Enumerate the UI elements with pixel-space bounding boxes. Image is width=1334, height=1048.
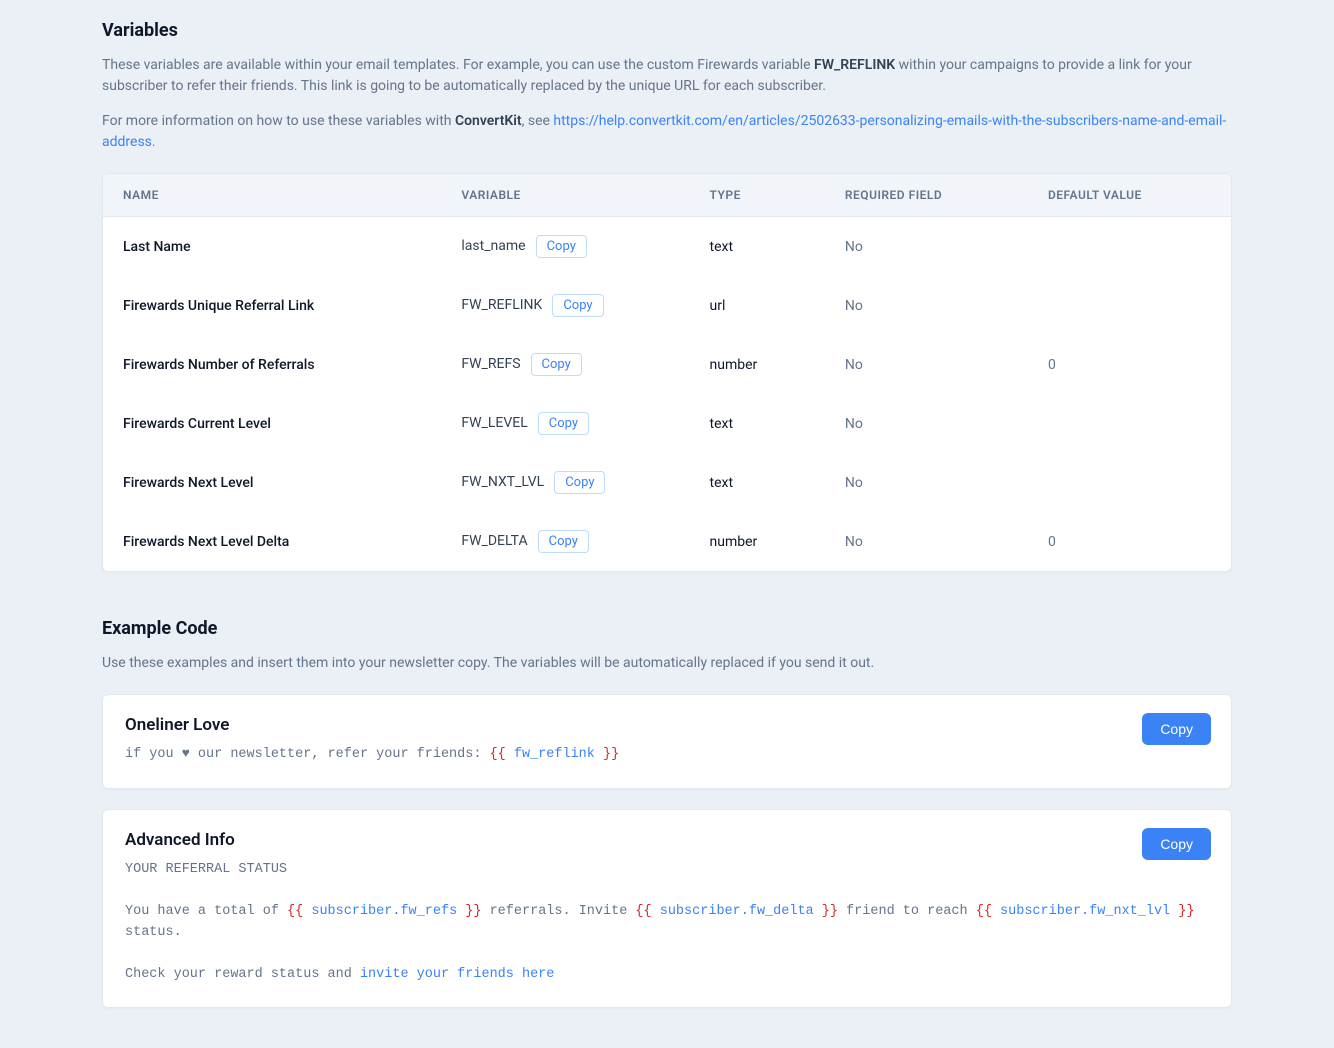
cell-type: number (690, 512, 825, 571)
variables-intro: These variables are available within you… (102, 55, 1232, 97)
example-intro: Use these examples and insert them into … (102, 653, 1232, 674)
code-red: }} (595, 747, 619, 762)
variables-intro-prefix: These variables are available within you… (102, 57, 814, 73)
example-heading: Example Code (102, 618, 1232, 639)
variables-table-card: NAME VARIABLE TYPE REQUIRED FIELD DEFAUL… (102, 173, 1232, 572)
code-text: YOUR REFERRAL STATUS You have a total of (125, 862, 287, 919)
code-red: }} (1170, 904, 1194, 919)
cell-required: No (825, 217, 1028, 277)
code-red: {{ (490, 747, 514, 762)
code-red: }} (457, 904, 481, 919)
code-blue: fw_reflink (514, 747, 595, 762)
copy-variable-button[interactable]: Copy (554, 471, 605, 494)
cell-default (1028, 394, 1231, 453)
code-blue: invite your friends here (360, 967, 554, 982)
code-red: {{ (635, 904, 659, 919)
code-blue: subscriber.fw_delta (660, 904, 814, 919)
example-title: Advanced Info (125, 830, 1209, 850)
variables-table: NAME VARIABLE TYPE REQUIRED FIELD DEFAUL… (103, 174, 1231, 571)
cell-variable: FW_REFS Copy (441, 335, 689, 394)
cell-name: Firewards Number of Referrals (103, 335, 441, 394)
copy-variable-button[interactable]: Copy (538, 530, 589, 553)
variable-code: last_name (461, 238, 525, 254)
table-row: Firewards Next Level Delta FW_DELTA Copy nu… (103, 512, 1231, 571)
cell-default: 0 (1028, 512, 1231, 571)
cell-variable: last_name Copy (441, 217, 689, 277)
cell-variable: FW_REFLINK Copy (441, 276, 689, 335)
code-text: referrals. Invite (481, 904, 635, 919)
code-blue: subscriber.fw_refs (311, 904, 457, 919)
copy-example-button[interactable]: Copy (1142, 713, 1211, 745)
moreinfo-mid: , see (522, 113, 554, 129)
example-card: Advanced InfoCopyYOUR REFERRAL STATUS Yo… (102, 809, 1232, 1009)
cell-required: No (825, 453, 1028, 512)
th-required: REQUIRED FIELD (825, 174, 1028, 217)
th-variable: VARIABLE (441, 174, 689, 217)
cell-default (1028, 276, 1231, 335)
code-text: if you ♥ our newsletter, refer your frie… (125, 747, 490, 762)
th-default: DEFAULT VALUE (1028, 174, 1231, 217)
example-card: Oneliner LoveCopy if you ♥ our newsletter… (102, 694, 1232, 789)
variables-moreinfo: For more information on how to use these… (102, 111, 1232, 153)
moreinfo-bold: ConvertKit (455, 113, 522, 129)
cell-name: Firewards Next Level Delta (103, 512, 441, 571)
variables-intro-bold: FW_REFLINK (814, 57, 895, 73)
variable-code: FW_NXT_LVL (461, 474, 544, 490)
cell-name: Firewards Current Level (103, 394, 441, 453)
cell-name: Firewards Unique Referral Link (103, 276, 441, 335)
example-code: YOUR REFERRAL STATUS You have a total of… (125, 860, 1209, 986)
cell-default (1028, 453, 1231, 512)
th-type: TYPE (690, 174, 825, 217)
cell-type: number (690, 335, 825, 394)
code-red: }} (814, 904, 838, 919)
moreinfo-tail: . (152, 134, 156, 150)
cell-required: No (825, 276, 1028, 335)
table-row: Firewards Number of Referrals FW_REFS Copy… (103, 335, 1231, 394)
cell-name: Last Name (103, 217, 441, 277)
cell-type: text (690, 217, 825, 277)
moreinfo-prefix: For more information on how to use these… (102, 113, 455, 129)
copy-variable-button[interactable]: Copy (552, 294, 603, 317)
code-text: friend to reach (838, 904, 976, 919)
variable-code: FW_DELTA (461, 533, 527, 549)
cell-required: No (825, 335, 1028, 394)
cell-variable: FW_LEVEL Copy (441, 394, 689, 453)
table-row: Last Name last_name Copy textNo (103, 217, 1231, 277)
example-code: if you ♥ our newsletter, refer your frie… (125, 745, 1209, 766)
cell-type: url (690, 276, 825, 335)
th-name: NAME (103, 174, 441, 217)
table-row: Firewards Unique Referral LinkFW_REFLINK… (103, 276, 1231, 335)
copy-variable-button[interactable]: Copy (531, 353, 582, 376)
cell-name: Firewards Next Level (103, 453, 441, 512)
copy-variable-button[interactable]: Copy (538, 412, 589, 435)
variables-heading: Variables (102, 20, 1232, 41)
variable-code: FW_LEVEL (461, 415, 527, 431)
cell-required: No (825, 394, 1028, 453)
copy-variable-button[interactable]: Copy (536, 235, 587, 258)
example-title: Oneliner Love (125, 715, 1209, 735)
cell-type: text (690, 394, 825, 453)
cell-variable: FW_DELTA Copy (441, 512, 689, 571)
variable-code: FW_REFLINK (461, 297, 542, 313)
table-row: Firewards Current Level FW_LEVEL Copy textN… (103, 394, 1231, 453)
copy-example-button[interactable]: Copy (1142, 828, 1211, 860)
variable-code: FW_REFS (461, 356, 520, 372)
table-row: Firewards Next Level FW_NXT_LVL Copy textNo (103, 453, 1231, 512)
code-red: {{ (287, 904, 311, 919)
cell-type: text (690, 453, 825, 512)
code-blue: subscriber.fw_nxt_lvl (1000, 904, 1170, 919)
cell-default (1028, 217, 1231, 277)
cell-variable: FW_NXT_LVL Copy (441, 453, 689, 512)
code-red: {{ (976, 904, 1000, 919)
cell-default: 0 (1028, 335, 1231, 394)
cell-required: No (825, 512, 1028, 571)
